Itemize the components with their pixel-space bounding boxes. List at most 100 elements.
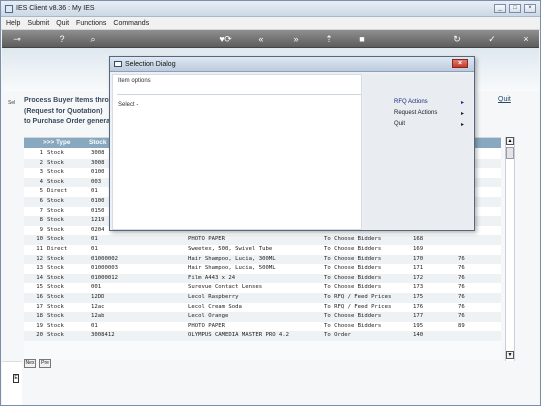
menu-quit[interactable]: Quit [56, 20, 69, 27]
toolbar: ⊸ ? ⌕ ♥ ⟳ « » ⇡ ■ ↻ ✓ × [2, 30, 539, 48]
column-type[interactable]: >>> Type [43, 139, 70, 146]
chevron-right-icon: ▸ [460, 100, 464, 106]
table-cell: Stock [47, 226, 64, 233]
table-cell: Lecol Raspberry [188, 294, 239, 300]
menu-commands[interactable]: Commands [113, 20, 149, 27]
table-cell: 3008 [91, 150, 105, 156]
confirm-icon[interactable]: ✓ [485, 32, 499, 46]
table-cell: 001 [91, 284, 102, 291]
table-cell: 01000003 [91, 265, 118, 272]
table-cell: 12 [36, 255, 43, 262]
table-cell: 3008 [91, 159, 105, 166]
dialog-actions-panel: RFQ Actions ▸ Request Actions ▸ Quit ▸ [363, 74, 473, 230]
column-stock[interactable]: Stock [89, 139, 106, 146]
request-actions-menu[interactable]: Request Actions ▸ [394, 110, 464, 119]
menu-help[interactable]: Help [6, 20, 20, 27]
search-icon[interactable]: ⌕ [86, 32, 100, 46]
table-row[interactable]: 18 Stock 12ab Lecol Orange To Choose Bidders… [24, 312, 501, 322]
table-row[interactable]: 17 Stock 12ac Lecol Cream Soda To RFQ / Feed… [24, 303, 501, 313]
table-cell: To Choose Bidders [324, 322, 382, 329]
table-cell: 76 [458, 284, 465, 291]
window-controls: _ □ × [494, 4, 536, 13]
close-window-button[interactable]: × [524, 4, 536, 13]
refresh-icon[interactable]: ⟳ [221, 32, 235, 46]
table-row[interactable]: 13 Stock 01000003 Hair Shampoo, Lucia, 500M… [24, 264, 501, 274]
app-window: IES Client v8.36 : My IES _ □ × Help Sub… [0, 0, 541, 406]
selection-dialog: Selection Dialog × Item options Select -… [109, 56, 475, 231]
table-cell: 4 [39, 178, 43, 185]
table-cell: 176 [413, 303, 424, 310]
table-cell: 15 [36, 284, 43, 291]
table-cell: To Choose Bidders [324, 255, 382, 262]
table-row[interactable]: 12 Stock 01000002 Hair Shampoo, Lucia, 300M… [24, 254, 501, 265]
table-cell: PHOTO PAPER [188, 236, 226, 243]
table-cell: Stock [47, 159, 64, 166]
table-cell: 18 [36, 313, 43, 320]
close-icon[interactable]: × [519, 32, 533, 46]
table-cell: 169 [413, 246, 424, 252]
table-row[interactable]: 14 Stock 01000012 Film A443 x 24 To Choose B… [24, 273, 501, 284]
next-button[interactable]: Nex [24, 359, 36, 368]
table-row[interactable]: 20 Stock 3008412 OLYMPUS CAMEDIA MASTER PRO… [24, 331, 501, 341]
menu-functions[interactable]: Functions [76, 20, 106, 27]
table-cell: Sweetex, 500, Swivel Tube [188, 246, 273, 252]
table-cell: 7 [39, 207, 43, 214]
table-cell: 170 [413, 255, 424, 262]
document-icon: E [13, 374, 19, 383]
chevron-right-icon: ▸ [460, 111, 464, 117]
rfq-actions-menu[interactable]: RFQ Actions ▸ [394, 99, 464, 108]
table-row[interactable]: 11 Direct 01 Sweetex, 500, Swivel Tube To Ch… [24, 245, 501, 255]
table-cell: 3008412 [91, 332, 115, 339]
table-cell: 8 [39, 217, 43, 224]
table-cell: 172 [413, 274, 424, 281]
page-title-line-3: to Purchase Order genera [24, 118, 110, 125]
table-cell: Surevue Contact Lenses [188, 284, 263, 291]
table-cell: 0100 [91, 198, 105, 204]
scroll-thumb[interactable] [506, 147, 514, 159]
table-row[interactable]: 10 Stock 01 PHOTO PAPER To Choose Bidders 168 [24, 235, 501, 245]
quit-menu[interactable]: Quit ▸ [394, 121, 464, 130]
table-cell: 01000012 [91, 274, 118, 281]
vertical-scrollbar[interactable]: ▲ ▼ [505, 137, 515, 361]
table-cell: 1 [39, 150, 43, 156]
table-row[interactable]: 15 Stock 001 Surevue Contact Lenses To Choos… [24, 283, 501, 293]
table-cell: Hair Shampoo, Lucia, 500ML [188, 265, 276, 272]
table-cell: Stock [47, 255, 64, 262]
scroll-up-icon[interactable]: ▲ [506, 137, 514, 145]
table-cell: 20 [36, 332, 43, 339]
dialog-body: Item options Select - [112, 74, 362, 230]
stop-icon[interactable]: ■ [355, 32, 369, 46]
table-cell: Film A443 x 24 [188, 274, 236, 281]
table-row[interactable]: 19 Stock 01 PHOTO PAPER To Choose Bidders 195… [24, 322, 501, 332]
dialog-close-button[interactable]: × [452, 59, 468, 68]
table-cell: 0150 [91, 207, 105, 214]
help-icon[interactable]: ? [55, 32, 69, 46]
table-cell: 0204 [91, 226, 105, 233]
scroll-down-icon[interactable]: ▼ [506, 351, 514, 359]
table-cell: 16 [36, 294, 43, 300]
previous-button[interactable]: Pre [39, 359, 51, 368]
table-cell: To Order [324, 332, 351, 339]
key-icon[interactable]: ⊸ [10, 32, 24, 46]
quit-link[interactable]: Quit [498, 96, 511, 103]
table-cell: 76 [458, 265, 465, 272]
menu-submit[interactable]: Submit [27, 20, 49, 27]
table-cell: 175 [413, 294, 424, 300]
first-page-icon[interactable]: « [254, 32, 268, 46]
grid-empty-area [24, 341, 501, 360]
table-cell: 01000002 [91, 255, 118, 262]
table-cell: Lecol Cream Soda [188, 303, 242, 310]
maximize-button[interactable]: □ [509, 4, 521, 13]
next-page-icon[interactable]: » [289, 32, 303, 46]
table-cell: Stock [47, 150, 64, 156]
table-cell: 10 [36, 236, 43, 243]
up-icon[interactable]: ⇡ [322, 32, 336, 46]
minimize-button[interactable]: _ [494, 4, 506, 13]
table-cell: 89 [458, 322, 465, 329]
sync-icon[interactable]: ↻ [450, 32, 464, 46]
table-row[interactable]: 16 Stock 12DD Lecol Raspberry To RFQ / Feed … [24, 293, 501, 303]
table-cell: 9 [39, 226, 43, 233]
select-label: Select - [118, 102, 139, 108]
table-cell: 173 [413, 284, 424, 291]
table-cell: Stock [47, 198, 64, 204]
